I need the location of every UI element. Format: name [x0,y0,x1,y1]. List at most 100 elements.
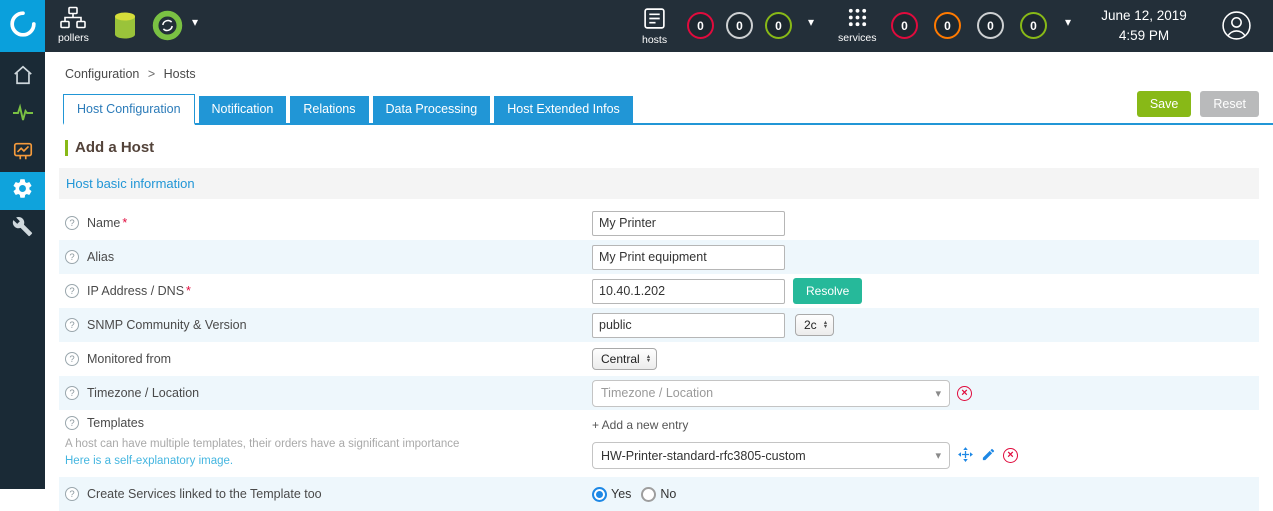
help-icon[interactable]: ? [65,216,79,230]
help-icon[interactable]: ? [65,284,79,298]
centreon-logo-icon [9,10,36,42]
hosts-status-badges: 0 0 0 [687,12,792,39]
tab-host-extended-infos[interactable]: Host Extended Infos [494,96,633,123]
sidebar-item-administration[interactable] [0,210,45,248]
name-input[interactable] [592,210,785,236]
snmp-version-select[interactable]: 2c ▲ ▼ [795,314,835,336]
snmp-community-input[interactable] [592,312,785,338]
breadcrumb-separator: > [147,67,156,81]
select-spinner-icon: ▲ ▼ [645,353,652,364]
user-avatar-icon [1221,11,1252,45]
template-edit-button[interactable] [981,447,996,465]
add-template-entry-link[interactable]: + Add a new entry [592,418,1018,432]
home-icon [12,64,34,91]
remove-icon: × [1003,448,1018,463]
timezone-label: Timezone / Location [87,386,200,400]
pollers-status-button[interactable]: pollers [58,6,89,44]
sidebar-item-home[interactable] [0,58,45,96]
template-remove-button[interactable]: × [1003,448,1018,463]
services-critical-badge[interactable]: 0 [891,12,918,39]
reset-button[interactable]: Reset [1200,91,1259,117]
section-header-host-basic-information: Host basic information [59,168,1259,199]
monitored-from-label: Monitored from [87,352,172,366]
timezone-clear-button[interactable]: × [957,385,972,401]
form-row-name: ? Name * [59,206,1259,240]
hosts-unreachable-badge[interactable]: 0 [726,12,753,39]
tab-notification[interactable]: Notification [198,96,287,123]
pollers-label: pollers [58,32,89,44]
database-status-button[interactable] [112,11,138,40]
required-mark: * [122,216,128,230]
host-form: ? Name* ? Alias ? IP Address / DNS* Reso… [59,206,1259,511]
services-label: services [838,32,877,44]
breadcrumb-configuration[interactable]: Configuration [65,67,139,81]
template-move-button[interactable] [957,446,974,466]
title-pipe-decoration [65,139,68,156]
help-icon[interactable]: ? [65,352,79,366]
ip-address-input[interactable] [592,278,785,304]
hosts-icon [642,6,667,31]
centreon-logo[interactable] [0,0,45,52]
services-ok-badge[interactable]: 0 [1020,12,1047,39]
user-menu-button[interactable] [1221,10,1252,46]
chevron-down-icon: ▾ [935,450,941,462]
wrench-icon [12,216,33,242]
save-button[interactable]: Save [1136,91,1192,117]
platform-status-button[interactable] [152,10,183,41]
resolve-button[interactable]: Resolve [793,278,863,304]
tab-bar: Host Configuration Notification Relation… [63,91,1273,125]
sidebar-item-monitoring[interactable] [0,96,45,134]
alias-label: Alias [87,250,115,264]
hosts-chevron-down-icon[interactable]: ▾ [808,15,814,29]
templates-help-text: A host can have multiple templates, thei… [65,438,460,450]
form-row-alias: ? Alias [59,240,1259,274]
form-actions: Save Reset [1136,91,1259,117]
heartbeat-icon [11,102,35,129]
name-label: Name * [87,216,128,230]
form-row-monitored-from: ? Monitored from Central ▲ ▼ [59,342,1259,376]
sidebar-item-reporting[interactable] [0,134,45,172]
current-date: June 12, 2019 [1101,8,1187,23]
help-icon[interactable]: ? [65,250,79,264]
page-title: Add a Host [65,139,1259,156]
services-menu-button[interactable]: services [838,6,877,44]
datetime: June 12, 2019 4:59 PM [1088,6,1200,46]
services-unknown-badge[interactable]: 0 [977,12,1004,39]
sidebar [0,52,45,489]
services-icon [846,6,869,29]
sidebar-item-configuration[interactable] [0,172,45,210]
hosts-up-badge[interactable]: 0 [765,12,792,39]
services-warning-badge[interactable]: 0 [934,12,961,39]
platform-chevron-down-icon[interactable]: ▾ [192,15,198,29]
pollers-icon [60,6,87,29]
templates-help-link[interactable]: Here is a self-explanatory image. [65,455,233,467]
templates-label: Templates [87,416,144,430]
form-row-create-services: ? Create Services linked to the Template… [59,477,1259,511]
help-icon[interactable]: ? [65,416,79,430]
timezone-select[interactable]: Timezone / Location ▾ [592,379,950,407]
chevron-down-icon: ▾ [935,387,941,400]
breadcrumb: Configuration > Hosts [45,52,1273,81]
tab-host-configuration[interactable]: Host Configuration [63,94,195,125]
database-icon [112,11,138,40]
platform-ok-icon [152,10,183,41]
hosts-menu-button[interactable]: hosts [642,6,667,46]
help-icon[interactable]: ? [65,386,79,400]
tab-relations[interactable]: Relations [290,96,369,123]
gear-icon [11,177,34,205]
form-row-templates: ? Templates A host can have multiple tem… [59,410,1259,477]
chart-icon [12,140,34,167]
services-chevron-down-icon[interactable]: ▾ [1065,15,1071,29]
alias-input[interactable] [592,244,785,270]
monitored-from-select[interactable]: Central ▲ ▼ [592,348,658,370]
template-select[interactable]: HW-Printer-standard-rfc3805-custom ▾ [592,442,950,469]
move-icon [957,446,974,466]
form-row-timezone: ? Timezone / Location Timezone / Locatio… [59,376,1259,410]
ip-address-label: IP Address / DNS * [87,284,191,298]
tab-data-processing[interactable]: Data Processing [372,96,491,123]
hosts-label: hosts [642,34,668,46]
hosts-down-badge[interactable]: 0 [687,12,714,39]
breadcrumb-hosts[interactable]: Hosts [164,67,196,81]
help-icon[interactable]: ? [65,318,79,332]
help-icon[interactable]: ? [65,487,79,501]
